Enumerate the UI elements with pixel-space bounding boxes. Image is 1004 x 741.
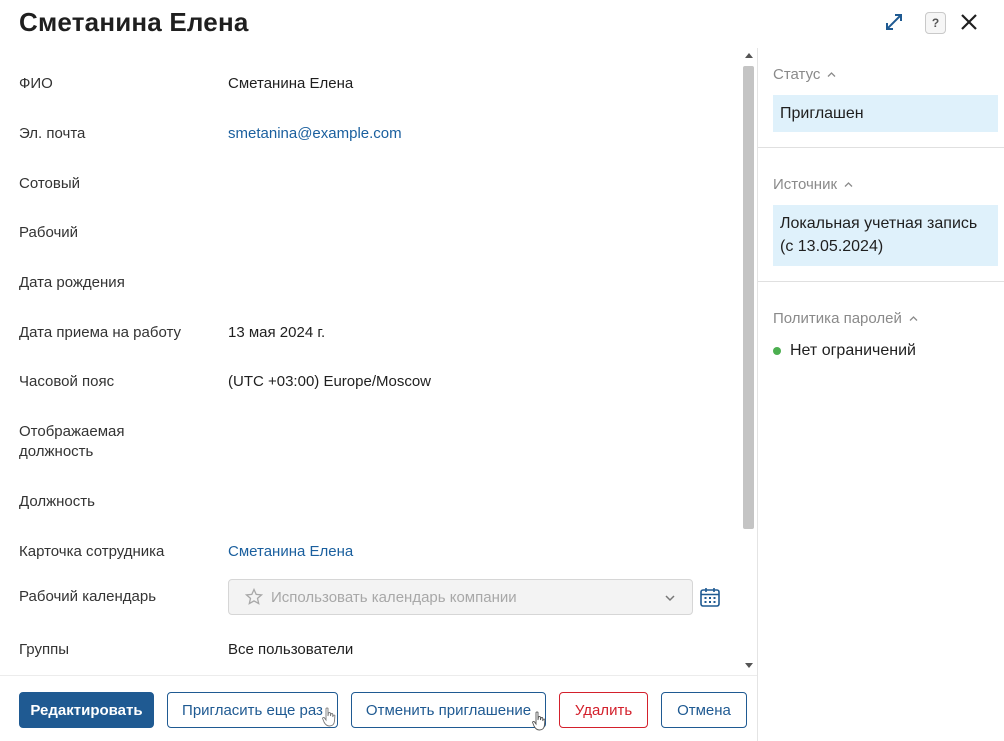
field-label-birthdate: Дата рождения (19, 274, 125, 291)
hand-cursor-icon (532, 711, 546, 731)
field-label-employee-card: Карточка сотрудника (19, 543, 165, 560)
close-button[interactable] (957, 10, 981, 34)
source-heading[interactable]: Источник (773, 176, 853, 193)
expand-button[interactable] (882, 10, 906, 34)
source-value: Локальная учетная запись (с 13.05.2024) (773, 205, 998, 266)
field-value-groups: Все пользователи (228, 641, 354, 658)
delete-button[interactable]: Удалить (559, 692, 648, 728)
status-value: Приглашен (773, 95, 998, 132)
reinvite-button[interactable]: Пригласить еще раз (167, 692, 338, 728)
field-label-position: Должность (19, 493, 95, 510)
chevron-up-icon (909, 316, 918, 321)
expand-icon (886, 14, 902, 30)
field-label-groups: Группы (19, 641, 69, 658)
employee-card-link[interactable]: Сметанина Елена (228, 542, 353, 562)
password-policy-heading[interactable]: Политика паролей (773, 310, 918, 327)
password-policy-row: Нет ограничений (773, 342, 916, 360)
field-label-display-position: Отображаемая должность (19, 423, 125, 460)
hand-cursor-icon (322, 707, 336, 727)
field-value-timezone: (UTC +03:00) Europe/Moscow (228, 373, 431, 390)
modal-header: Сметанина Елена ? (0, 0, 1004, 48)
field-value-fio: Сметанина Елена (228, 75, 354, 92)
field-label-work-phone: Рабочий (19, 224, 79, 241)
sidebar-divider (758, 147, 1004, 148)
edit-button[interactable]: Редактировать (19, 692, 154, 728)
field-label-mobile: Сотовый (19, 175, 81, 192)
action-footer: Редактировать Пригласить еще раз Отменит… (0, 675, 757, 741)
field-label-email: Эл. почта (19, 125, 86, 142)
status-heading[interactable]: Статус (773, 66, 836, 83)
field-label-work-calendar: Рабочий календарь (19, 588, 157, 605)
cancel-button[interactable]: Отмена (661, 692, 747, 728)
cancel-invite-button[interactable]: Отменить приглашение (351, 692, 546, 728)
source-heading-label: Источник (773, 176, 838, 193)
password-policy-heading-label: Политика паролей (773, 310, 902, 327)
scroll-thumb[interactable] (743, 66, 754, 529)
field-label-timezone: Часовой пояс (19, 373, 115, 390)
sidebar: Статус Приглашен Источник Локальная учет… (758, 48, 1004, 741)
field-label-fio: ФИО (19, 75, 53, 92)
sidebar-divider (758, 281, 1004, 282)
help-icon: ? (931, 16, 940, 30)
chevron-up-icon (844, 182, 853, 187)
scrollbar[interactable] (741, 48, 756, 675)
status-dot-icon (773, 347, 781, 355)
close-icon (961, 14, 977, 30)
help-button[interactable]: ? (925, 12, 946, 34)
field-label-hire-date: Дата приема на работу (19, 324, 182, 341)
field-value-hire-date: 13 мая 2024 г. (228, 324, 326, 341)
scroll-up-arrow[interactable] (741, 48, 756, 62)
user-form: ФИО Сметанина Елена Эл. почта smetanina@… (0, 48, 757, 675)
chevron-down-icon (664, 591, 678, 605)
password-policy-value: Нет ограничений (790, 342, 916, 359)
status-heading-label: Статус (773, 66, 821, 83)
work-calendar-placeholder: Использовать календарь компании (271, 588, 517, 606)
email-link[interactable]: smetanina@example.com (228, 124, 402, 144)
page-title: Сметанина Елена (19, 7, 249, 37)
calendar-icon[interactable] (699, 586, 721, 608)
chevron-up-icon (827, 72, 836, 77)
star-icon[interactable] (245, 588, 263, 606)
scroll-down-arrow[interactable] (741, 659, 756, 673)
work-calendar-select[interactable]: Использовать календарь компании (228, 579, 693, 615)
